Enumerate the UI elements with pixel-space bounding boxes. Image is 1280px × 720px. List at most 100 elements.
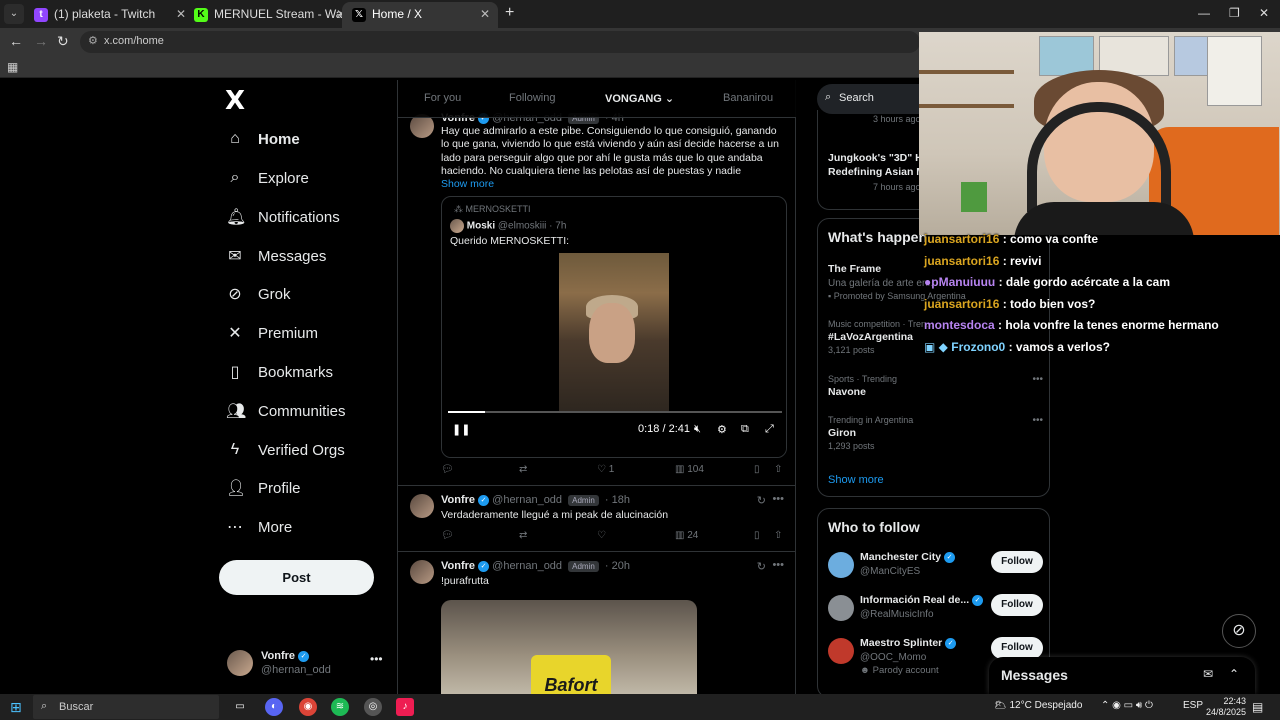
tweet[interactable]: Vonfre ✓ @hernan_odd Admin · 4h Hay que … xyxy=(398,110,796,486)
new-message-icon[interactable]: ✉ xyxy=(1203,667,1213,681)
repost-icon[interactable]: ⇄ xyxy=(519,464,527,475)
grok-float-icon[interactable]: ⊘ xyxy=(1222,614,1256,648)
forward-icon[interactable]: → xyxy=(34,33,48,49)
bookmark-icon[interactable]: ▯ xyxy=(754,464,760,475)
reply-icon[interactable]: 💬︎ xyxy=(441,464,454,475)
windows-start-icon[interactable]: ⊞ xyxy=(10,699,22,716)
url-field[interactable]: ⚙ x.com/home xyxy=(80,31,920,53)
tab-title: (1) plaketa - Twitch xyxy=(54,7,156,21)
reload-icon[interactable]: ↻ xyxy=(57,33,69,50)
sidebar-item-bookmarks[interactable]: ▯ Bookmarks xyxy=(226,357,333,387)
avatar[interactable] xyxy=(410,494,434,518)
tiktok-icon[interactable]: ♪ xyxy=(396,698,414,716)
sidebar-item-messages[interactable]: ✉ Messages xyxy=(226,241,326,271)
windows-taskbar: ⊞ ⌕ Buscar ▭ ◐ ◉ ≋ ◎ ♪ 🌥︎ 12°C Despejado… xyxy=(0,694,1280,720)
avatar xyxy=(450,219,464,233)
sidebar-item-notifications[interactable]: 🔔︎ Notifications xyxy=(226,202,340,232)
repost-icon[interactable]: ⇄ xyxy=(519,530,527,541)
x-logo[interactable]: X xyxy=(225,86,245,116)
mute-icon[interactable]: 🔇︎ xyxy=(694,423,701,436)
tab-for-you[interactable]: For you xyxy=(424,92,461,104)
tab-following[interactable]: Following xyxy=(509,92,555,104)
account-switcher[interactable]: Vonfre ✓ @hernan_odd ••• xyxy=(227,648,387,684)
settings-gear-icon[interactable]: ⚙ xyxy=(717,423,727,436)
follow-suggestion[interactable]: Información Real de... ✓ @RealMusicInfo … xyxy=(828,592,1043,626)
sidebar-item-communities[interactable]: 👥︎ Communities xyxy=(226,396,346,426)
sidebar-item-grok[interactable]: ⊘ Grok xyxy=(226,279,290,309)
search-icon: ⌕ xyxy=(825,91,832,103)
show-more-link[interactable]: Show more xyxy=(828,474,1043,486)
messages-drawer[interactable]: Messages ✉ ⌃ xyxy=(989,657,1255,694)
more-icon[interactable]: ••• xyxy=(370,652,383,666)
x-icon: 𝕏 xyxy=(352,8,366,22)
expand-icon[interactable]: ⌃ xyxy=(1229,667,1239,681)
new-tab-icon[interactable]: + xyxy=(505,4,514,22)
more-icon[interactable]: ••• xyxy=(1032,374,1043,385)
notifications-icon[interactable]: ▤ xyxy=(1252,700,1263,714)
obs-icon[interactable]: ◎ xyxy=(364,698,382,716)
tweet[interactable]: Vonfre ✓ @hernan_odd Admin · 20h ↻ ••• !… xyxy=(398,552,796,694)
views-stat[interactable]: ▥ 104 xyxy=(675,464,704,475)
sidebar-item-more[interactable]: ⋯ More xyxy=(226,512,292,542)
sidebar-item-explore[interactable]: ⌕ Explore xyxy=(226,163,309,193)
follow-button[interactable]: Follow xyxy=(991,594,1043,616)
trend-item[interactable]: Sports · Trending Navone ••• xyxy=(828,374,1043,398)
share-icon[interactable]: ⇧ xyxy=(774,530,782,541)
pip-icon[interactable]: ⧉ xyxy=(741,423,749,436)
tray-icons[interactable]: ⌃ ◉ ▭ 🔊︎ ⏻ xyxy=(1101,700,1153,711)
video-player[interactable]: ❚❚ 0:18 / 2:41 🔇︎ ⚙ ⧉ ⤢ xyxy=(442,253,786,457)
avatar[interactable] xyxy=(410,560,434,584)
sidebar-item-premium[interactable]: ✕ Premium xyxy=(226,318,318,348)
close-tab-icon[interactable]: ✕ xyxy=(480,7,490,21)
tweet[interactable]: Vonfre ✓ @hernan_odd Admin · 18h ↻ ••• V… xyxy=(398,486,796,552)
close-window-icon[interactable]: ✕ xyxy=(1259,6,1269,20)
views-stat[interactable]: ▥ 24 xyxy=(675,530,698,541)
restore-icon[interactable]: ❐ xyxy=(1229,6,1240,20)
apps-grid-icon[interactable]: ▦ xyxy=(7,60,18,74)
post-button[interactable]: Post xyxy=(219,560,374,595)
bookmark-icon[interactable]: ▯ xyxy=(754,530,760,541)
language-indicator[interactable]: ESP xyxy=(1183,700,1203,711)
browser-tab-active[interactable]: 𝕏 Home / X ✕ xyxy=(342,2,498,28)
follow-button[interactable]: Follow xyxy=(991,637,1043,659)
tab-bananirou[interactable]: Bananirou xyxy=(723,92,773,104)
chat-message: montesdoca : hola vonfre la tenes enorme… xyxy=(924,318,1219,332)
more-icon[interactable]: ••• xyxy=(772,559,784,571)
reply-icon[interactable]: 💬︎ xyxy=(441,530,454,541)
site-info-icon[interactable]: ⚙ xyxy=(88,34,98,47)
clock[interactable]: 22:43 24/8/2025 xyxy=(1206,696,1246,718)
minimize-icon[interactable]: — xyxy=(1198,6,1210,20)
show-more-link[interactable]: Show more xyxy=(441,178,494,190)
share-icon[interactable]: ⇧ xyxy=(774,464,782,475)
browser-tab[interactable]: t (1) plaketa - Twitch ✕ xyxy=(24,2,194,28)
tweet-image[interactable]: Bafort xyxy=(441,600,697,694)
fullscreen-icon[interactable]: ⤢ xyxy=(765,423,774,436)
weather-widget[interactable]: 🌥︎ 12°C Despejado xyxy=(994,700,1082,711)
discord-icon[interactable]: ◐ xyxy=(265,698,283,716)
grok-analyze-icon[interactable]: ↻ xyxy=(757,560,766,573)
more-icon[interactable]: ••• xyxy=(772,493,784,505)
like-button[interactable]: ♡ 1 xyxy=(597,464,614,475)
pause-icon[interactable]: ❚❚ xyxy=(452,423,470,436)
sidebar-item-home[interactable]: ⌂ Home xyxy=(226,124,300,154)
back-icon[interactable]: ← xyxy=(9,33,23,49)
bookmark-icon: ▯ xyxy=(230,364,240,381)
taskbar-search[interactable]: ⌕ Buscar xyxy=(33,695,219,719)
quoted-tweet[interactable]: ⁂ MERNOSKETTI Moski @elmoskiii · 7h Quer… xyxy=(441,196,787,458)
more-icon[interactable]: ••• xyxy=(1032,415,1043,426)
follow-suggestion[interactable]: Manchester City ✓ @ManCityES Follow xyxy=(828,549,1043,583)
trend-item[interactable]: Trending in Argentina Giron 1,293 posts … xyxy=(828,415,1043,451)
trend-meta: Trending in Argentina xyxy=(828,415,914,425)
spotify-icon[interactable]: ≋ xyxy=(331,698,349,716)
tab-search-dropdown-icon[interactable]: ⌄ xyxy=(4,4,24,24)
chrome-icon[interactable]: ◉ xyxy=(299,698,317,716)
sidebar-item-verified-orgs[interactable]: ϟ Verified Orgs xyxy=(226,435,345,465)
task-view-icon[interactable]: ▭ xyxy=(231,698,249,716)
video-progress-bar[interactable] xyxy=(448,411,782,413)
tab-vongang[interactable]: VONGANG ⌄ xyxy=(605,92,674,105)
follow-button[interactable]: Follow xyxy=(991,551,1043,573)
heart-icon[interactable]: ♡ xyxy=(597,530,606,541)
browser-tab[interactable]: K MERNUEL Stream - Watch Live ✕ xyxy=(184,2,354,28)
grok-analyze-icon[interactable]: ↻ xyxy=(757,494,766,507)
sidebar-item-profile[interactable]: 👤︎ Profile xyxy=(226,473,301,503)
